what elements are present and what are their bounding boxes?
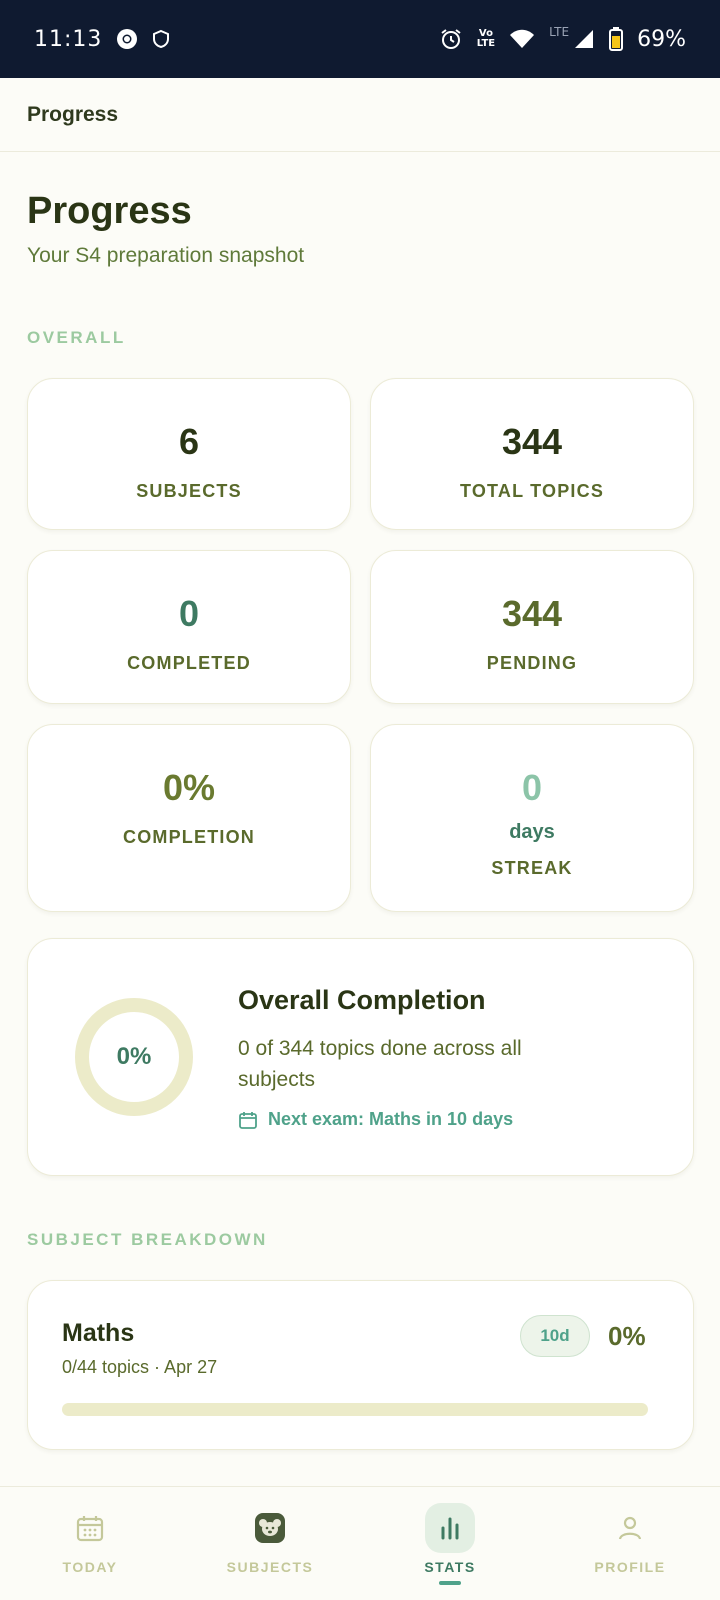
bar-chart-icon [441, 1517, 459, 1540]
subject-name: Maths [62, 1319, 135, 1347]
status-bar: 11:13 Vo LTE LTE 69% [0, 0, 720, 78]
volte-indicator: Vo LTE [476, 28, 496, 49]
shield-icon [153, 29, 170, 49]
subject-progress-bar [62, 1403, 648, 1416]
nav-today-icon-box [65, 1503, 115, 1553]
subject-meta: 0/44 topics · Apr 27 [62, 1357, 218, 1377]
nav-subjects[interactable]: SUBJECTS [180, 1487, 360, 1600]
streak-unit: days [509, 821, 555, 843]
subjects-count: 6 [178, 421, 200, 462]
calendar-icon [239, 1111, 257, 1129]
total-topics-stat-card: 344 TOTAL TOPICS [370, 378, 694, 530]
nav-profile-icon-box [605, 1503, 655, 1553]
completion-label: COMPLETION [123, 827, 255, 847]
streak-count: 0 [521, 767, 543, 808]
signal-icon [575, 30, 594, 48]
nav-stats-label: STATS [424, 1559, 476, 1575]
nav-stats[interactable]: STATS [360, 1487, 540, 1600]
page-subtitle: Your S4 preparation snapshot [27, 244, 305, 267]
calendar-icon [76, 1516, 104, 1542]
subject-breakdown-label: SUBJECT BREAKDOWN [27, 1230, 268, 1249]
person-icon [618, 1516, 642, 1540]
nav-active-indicator [439, 1581, 461, 1585]
completed-stat-card: 0 COMPLETED [27, 550, 351, 704]
page-title: Progress [27, 190, 192, 232]
lte-label: LTE [549, 25, 570, 39]
app-bar: Progress [0, 78, 720, 152]
completion-ring: 0% [74, 997, 194, 1117]
pending-stat-card: 344 PENDING [370, 550, 694, 704]
completed-label: COMPLETED [127, 653, 251, 673]
streak-label: STREAK [491, 858, 573, 878]
completion-ring-percent: 0% [116, 1043, 152, 1070]
next-exam-text: Next exam: Maths in 10 days [268, 1109, 514, 1129]
streak-stat-card: 0 days STREAK [370, 724, 694, 912]
battery-icon [609, 27, 624, 51]
nav-subjects-label: SUBJECTS [226, 1559, 314, 1575]
completion-percent: 0% [162, 767, 216, 808]
total-topics-count: 344 [501, 421, 563, 462]
bottom-navigation: TODAY SUBJECTS STATS PROFILE [0, 1486, 720, 1600]
nav-profile[interactable]: PROFILE [540, 1487, 720, 1600]
overall-completion-description: 0 of 344 topics done across all subjects [238, 1037, 522, 1091]
completion-stat-card: 0% COMPLETION [27, 724, 351, 912]
chrome-icon [117, 29, 138, 49]
nav-profile-label: PROFILE [594, 1559, 666, 1575]
pending-count: 344 [501, 593, 563, 634]
subjects-label: SUBJECTS [136, 481, 242, 501]
total-topics-label: TOTAL TOPICS [459, 481, 605, 501]
subjects-stat-card: 6 SUBJECTS [27, 378, 351, 530]
overall-completion-card: 0% Overall Completion 0 of 344 topics do… [27, 938, 694, 1176]
nav-subjects-icon-box [245, 1503, 295, 1553]
wifi-icon [510, 29, 535, 48]
subject-card-maths[interactable]: Maths 0/44 topics · Apr 27 10d 0% [27, 1280, 694, 1450]
completed-count: 0 [178, 593, 200, 634]
days-left-badge: 10d [520, 1315, 590, 1357]
pending-label: PENDING [486, 653, 578, 673]
mascot-icon [255, 1513, 285, 1543]
battery-percent: 69% [637, 26, 686, 52]
next-exam-info: Next exam: Maths in 10 days [238, 1109, 513, 1130]
nav-today[interactable]: TODAY [0, 1487, 180, 1600]
nav-today-label: TODAY [62, 1559, 118, 1575]
subject-percent: 0% [608, 1321, 646, 1351]
alarm-icon [441, 29, 461, 49]
status-time: 11:13 [34, 26, 103, 52]
nav-stats-icon-box [425, 1503, 475, 1553]
app-bar-title: Progress [27, 102, 119, 126]
overall-section-label: OVERALL [27, 328, 126, 347]
overall-completion-title: Overall Completion [238, 985, 486, 1015]
